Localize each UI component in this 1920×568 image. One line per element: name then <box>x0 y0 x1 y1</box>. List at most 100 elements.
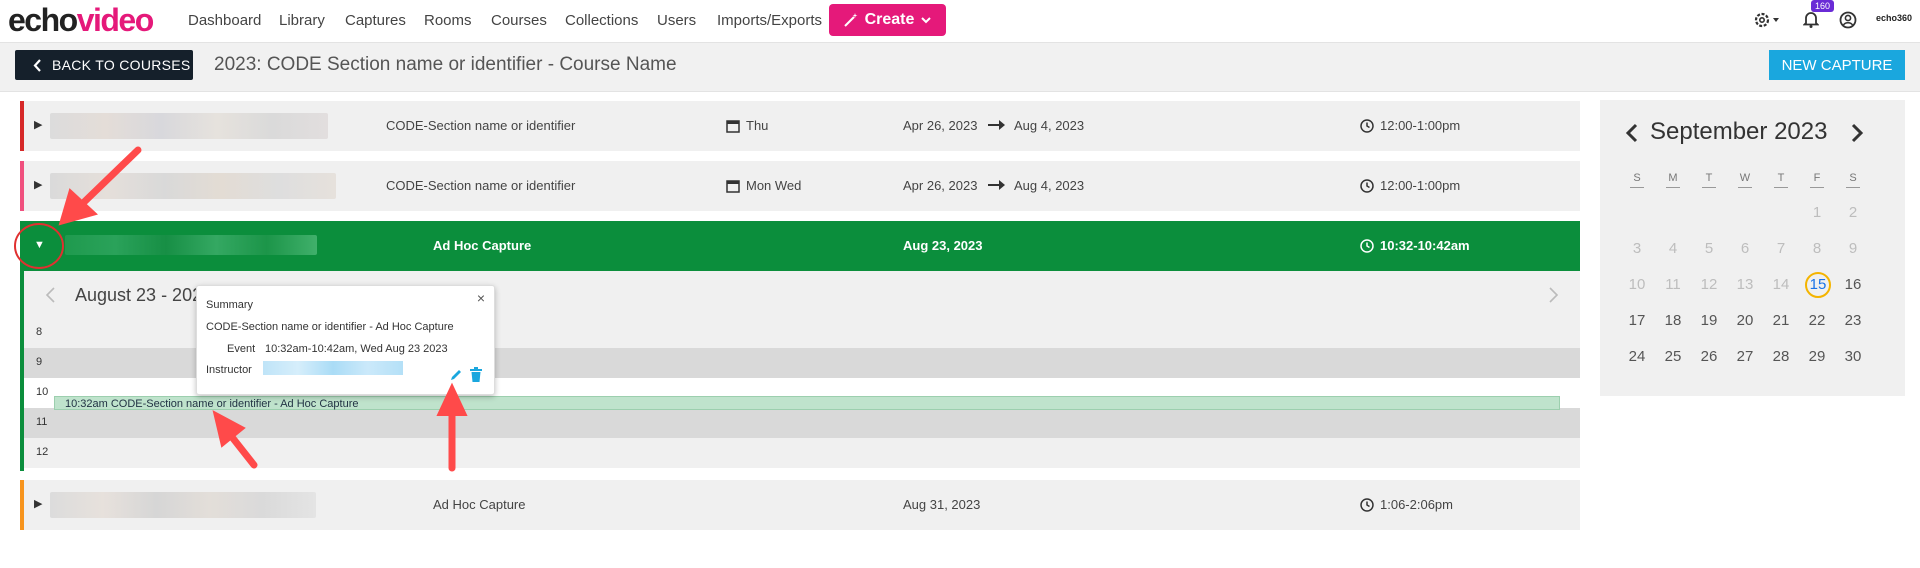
row-time: 12:00-1:00pm <box>1380 118 1461 133</box>
calendar-day[interactable]: 17 <box>1622 309 1652 333</box>
row-time: 12:00-1:00pm <box>1380 178 1461 193</box>
calendar-day[interactable]: 7 <box>1766 237 1796 261</box>
calendar-day[interactable]: 1 <box>1802 201 1832 225</box>
weekday-underline <box>1666 187 1680 188</box>
delete-trash-icon[interactable] <box>470 367 482 382</box>
clock-icon <box>1360 497 1374 512</box>
calendar-next-month-icon[interactable] <box>1850 123 1864 143</box>
nav-library[interactable]: Library <box>279 12 325 29</box>
section-row[interactable]: ▶ Ad Hoc Capture Aug 31, 2023 1:06-2:06p… <box>20 480 1580 530</box>
notification-count-badge: 160 <box>1811 0 1835 12</box>
calendar-day[interactable]: 20 <box>1730 309 1760 333</box>
row-date: Aug 31, 2023 <box>903 497 981 512</box>
chevron-left-icon <box>33 58 41 72</box>
row-section-name: Ad Hoc Capture <box>433 497 526 512</box>
blurred-course-name <box>50 113 328 139</box>
calendar-day[interactable]: 3 <box>1622 237 1652 261</box>
schedule-prev-icon[interactable] <box>44 286 56 304</box>
nav-imports-exports[interactable]: Imports/Exports <box>717 12 822 29</box>
row-start-date: Apr 26, 2023 <box>903 178 978 193</box>
nav-collections[interactable]: Collections <box>565 12 638 29</box>
collapse-triangle-icon[interactable]: ▼ <box>34 239 45 251</box>
weekday-underline <box>1738 187 1752 188</box>
clock-icon <box>1360 118 1374 133</box>
calendar-day[interactable]: 16 <box>1838 273 1868 297</box>
calendar-day[interactable]: 24 <box>1622 345 1652 369</box>
arrow-right-icon <box>988 180 1005 190</box>
row-time: 1:06-2:06pm <box>1380 497 1453 512</box>
edit-pencil-icon[interactable] <box>449 368 463 382</box>
nav-rooms[interactable]: Rooms <box>424 12 472 29</box>
echo360-brand: echo360 <box>1876 13 1913 23</box>
back-to-courses-button[interactable]: BACK TO COURSES <box>15 50 193 80</box>
row-date: Aug 23, 2023 <box>903 238 983 253</box>
section-row-active[interactable]: ▼ Ad Hoc Capture Aug 23, 2023 10:32-10:4… <box>20 221 1580 271</box>
calendar-day[interactable]: 9 <box>1838 237 1868 261</box>
calendar-month-title: September 2023 <box>1650 118 1828 145</box>
calendar-day[interactable]: 23 <box>1838 309 1868 333</box>
row-end-date: Aug 4, 2023 <box>1014 118 1085 133</box>
notification-bell-icon[interactable] <box>1803 10 1819 28</box>
calendar-day[interactable]: 19 <box>1694 309 1724 333</box>
schedule-next-icon[interactable] <box>1548 286 1560 304</box>
expand-triangle-icon[interactable]: ▶ <box>34 497 42 510</box>
nav-captures[interactable]: Captures <box>345 12 406 29</box>
hour-row: 11 <box>24 408 1580 438</box>
back-label: BACK TO COURSES <box>52 57 191 73</box>
popover-event-label: Event <box>227 343 256 355</box>
calendar-day[interactable]: 8 <box>1802 237 1832 261</box>
echovideo-logo[interactable]: echovideo <box>8 2 154 38</box>
calendar-day[interactable]: 2 <box>1838 201 1868 225</box>
calendar-day-today[interactable]: 15 <box>1802 272 1832 298</box>
nav-dashboard[interactable]: Dashboard <box>188 12 261 29</box>
calendar-day[interactable]: 14 <box>1766 273 1796 297</box>
event-summary-popover: Summary × CODE-Section name or identifie… <box>196 285 495 395</box>
nav-courses[interactable]: Courses <box>491 12 547 29</box>
expand-triangle-icon[interactable]: ▶ <box>34 118 42 131</box>
calendar-day[interactable]: 27 <box>1730 345 1760 369</box>
weekday-label: W <box>1739 172 1751 184</box>
magic-wand-icon <box>843 13 858 27</box>
calendar-day[interactable]: 10 <box>1622 273 1652 297</box>
new-capture-button[interactable]: NEW CAPTURE <box>1769 50 1905 80</box>
row-end-date: Aug 4, 2023 <box>1014 178 1085 193</box>
row-color-stripe <box>20 101 24 151</box>
row-section-name: CODE-Section name or identifier <box>386 118 576 133</box>
clock-icon <box>1360 238 1374 253</box>
row-time: 10:32-10:42am <box>1380 238 1470 253</box>
calendar-day[interactable]: 28 <box>1766 345 1796 369</box>
calendar-day[interactable]: 25 <box>1658 345 1688 369</box>
calendar-day[interactable]: 29 <box>1802 345 1832 369</box>
nav-users[interactable]: Users <box>657 12 696 29</box>
calendar-day[interactable]: 21 <box>1766 309 1796 333</box>
capture-event-bar[interactable]: 10:32am CODE-Section name or identifier … <box>54 396 1560 410</box>
create-button[interactable]: Create <box>829 4 946 36</box>
calendar-day[interactable]: 22 <box>1802 309 1832 333</box>
calendar-day[interactable]: 11 <box>1658 273 1688 297</box>
row-color-stripe <box>20 161 24 211</box>
calendar-day[interactable]: 12 <box>1694 273 1724 297</box>
popover-instructor-label: Instructor <box>206 364 252 376</box>
calendar-icon <box>726 179 740 193</box>
calendar-day[interactable]: 6 <box>1730 237 1760 261</box>
weekday-label: M <box>1668 172 1678 184</box>
expand-triangle-icon[interactable]: ▶ <box>34 178 42 191</box>
calendar-day[interactable]: 26 <box>1694 345 1724 369</box>
calendar-day[interactable]: 13 <box>1730 273 1760 297</box>
blurred-course-name <box>50 492 316 518</box>
calendar-icon <box>726 119 740 133</box>
calendar-day[interactable]: 30 <box>1838 345 1868 369</box>
weekday-label: T <box>1705 172 1713 184</box>
section-row[interactable]: ▶ CODE-Section name or identifier Mon We… <box>20 161 1580 211</box>
user-profile-icon[interactable] <box>1839 11 1857 29</box>
close-icon[interactable]: × <box>477 290 485 306</box>
blurred-course-name <box>65 235 317 255</box>
blurred-course-name <box>50 173 336 199</box>
section-row[interactable]: ▶ CODE-Section name or identifier Thu Ap… <box>20 101 1580 151</box>
calendar-day[interactable]: 5 <box>1694 237 1724 261</box>
settings-gear-icon[interactable] <box>1754 11 1782 29</box>
calendar-prev-month-icon[interactable] <box>1625 123 1639 143</box>
clock-icon <box>1360 178 1374 193</box>
calendar-day[interactable]: 18 <box>1658 309 1688 333</box>
calendar-day[interactable]: 4 <box>1658 237 1688 261</box>
